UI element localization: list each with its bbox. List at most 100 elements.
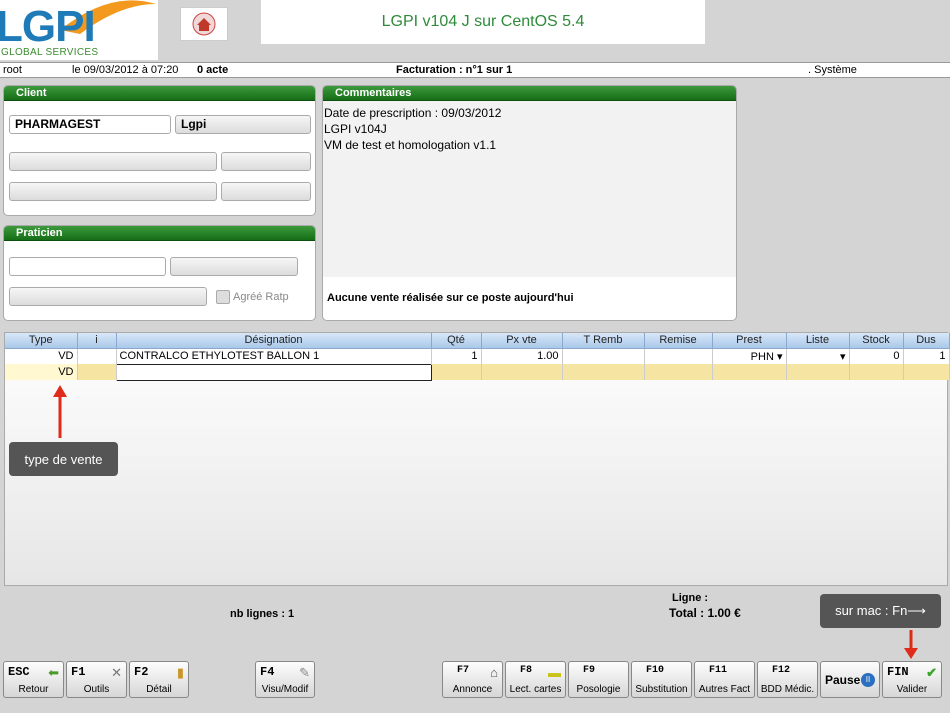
billing-info: Facturation : n°1 sur 1 [396,64,513,76]
app-header: LGPI GLOBAL SERVICES LGPI v104 J sur Cen… [0,0,950,60]
cell-liste[interactable]: ▾ [786,348,850,364]
praticien-firstname-field[interactable] [170,257,298,276]
client-field-3[interactable] [9,152,217,171]
key-label: F11 [709,665,728,676]
comment-line: Date de prescription : 09/03/2012 [324,106,502,120]
button-label: BDD Médic. [760,684,815,695]
cell-prest[interactable] [712,364,787,380]
client-field-6[interactable] [221,182,311,201]
button-label: Détail [146,684,172,695]
title-box: LGPI v104 J sur CentOS 5.4 [261,0,705,44]
key-label: F4 [260,665,275,679]
cell-t-remb[interactable] [562,348,645,364]
f9-button[interactable]: F9 Posologie [568,661,629,698]
prest-value: PHN [750,350,774,363]
back-arrow-icon: ⬅ [48,665,59,680]
agree-ratp-checkbox[interactable] [216,290,230,304]
f12-button[interactable]: F12 BDD Médic. [757,661,818,698]
col-qte[interactable]: Qté [431,333,482,349]
client-panel-title: Client [4,86,315,101]
chevron-down-icon[interactable]: ▾ [777,351,783,363]
f1-button[interactable]: F1 ✕ Outils [66,661,127,698]
client-field-5[interactable] [9,182,217,201]
f10-button[interactable]: F10 Substitution [631,661,692,698]
col-info[interactable]: i [77,333,117,349]
f7-button[interactable]: F7 ⌂ Annonce [442,661,503,698]
button-label: Posologie [576,684,621,695]
pause-button[interactable]: Pause II [820,661,880,698]
total-amount: Total : 1.00 € [669,606,741,620]
cell-px-vte[interactable] [481,364,563,380]
f4-button[interactable]: F4 ✎ Visu/Modif [255,661,315,698]
act-count: 0 acte [197,64,229,76]
cell-t-remb[interactable] [562,364,645,380]
col-dus[interactable]: Dus [903,333,950,349]
f8-button[interactable]: F8 ▬ Lect. cartes [505,661,566,698]
key-label: FIN [887,665,909,679]
col-liste[interactable]: Liste [786,333,850,349]
designation-input[interactable] [115,363,432,381]
cell-prest[interactable]: PHN ▾ [712,348,787,364]
card-reader-icon: ▬ [548,665,561,680]
button-label: Lect. cartes [509,684,562,695]
fin-button[interactable]: FIN ✔ Valider [882,661,942,698]
cell-remise[interactable] [644,364,713,380]
logo-text: LGPI [0,2,96,51]
line-count: nb lignes : 1 [230,608,295,620]
col-type[interactable]: Type [5,333,78,349]
comments-panel-title: Commentaires [323,86,736,101]
key-label: F9 [583,665,596,676]
cell-type[interactable]: VD [5,348,78,364]
col-t-remb[interactable]: T Remb [562,333,645,349]
pause-icon: II [861,673,875,687]
logo-subtitle: GLOBAL SERVICES [1,47,99,58]
cell-dus[interactable] [903,364,950,380]
cell-stock[interactable] [849,364,904,380]
f2-button[interactable]: F2 ▮ Détail [129,661,189,698]
table-row[interactable]: VD [5,363,950,381]
cell-qte[interactable] [431,364,482,380]
col-px-vte[interactable]: Px vte [481,333,563,349]
client-panel: Client PHARMAGEST Lgpi [3,85,316,216]
mac-tooltip: sur mac : Fn⟶ [820,594,941,628]
key-label: F12 [772,665,791,676]
comments-panel: Commentaires Date de prescription : 09/0… [322,85,737,321]
cell-qte[interactable]: 1 [431,348,482,364]
arrow-up-icon [53,385,67,438]
praticien-field-3[interactable] [9,287,207,306]
esc-button[interactable]: ESC ⬅ Retour [3,661,64,698]
info-bar: root le 09/03/2012 à 07:20 0 acte Factur… [0,62,950,78]
home-icon[interactable] [180,7,228,41]
praticien-name-field[interactable] [9,257,166,276]
button-label: Retour [18,684,49,695]
client-firstname-field[interactable]: Lgpi [175,115,311,134]
cell-designation[interactable]: CONTRALCO ETHYLOTEST BALLON 1 [116,348,432,364]
cell-dus[interactable]: 1 [903,348,950,364]
cell-info[interactable] [77,364,117,380]
chevron-down-icon[interactable]: ▾ [840,351,846,363]
col-remise[interactable]: Remise [644,333,713,349]
cell-info[interactable] [77,348,117,364]
key-label: F7 [457,665,470,676]
agree-ratp-label: Agréé Ratp [233,291,289,303]
detail-icon: ▮ [176,665,184,680]
col-designation[interactable]: Désignation [116,333,432,349]
cell-type[interactable]: VD [5,364,78,380]
cell-liste[interactable] [786,364,850,380]
button-label: Outils [83,684,110,695]
col-prest[interactable]: Prest [712,333,787,349]
f11-button[interactable]: F11 Autres Fact [694,661,755,698]
button-label: Visu/Modif [261,684,309,695]
client-field-4[interactable] [221,152,311,171]
col-stock[interactable]: Stock [849,333,904,349]
comment-line: VM de test et homologation v1.1 [324,138,497,152]
key-label: F10 [646,665,665,676]
cell-px-vte[interactable]: 1.00 [481,348,563,364]
cell-remise[interactable] [644,348,713,364]
table-row[interactable]: VD CONTRALCO ETHYLOTEST BALLON 1 1 1.00 … [5,348,950,364]
cell-stock[interactable]: 0 [849,348,904,364]
edit-icon: ✎ [299,665,310,680]
key-label: F2 [134,665,149,679]
client-name-field[interactable]: PHARMAGEST [9,115,171,134]
praticien-panel: Praticien Agréé Ratp [3,225,316,321]
